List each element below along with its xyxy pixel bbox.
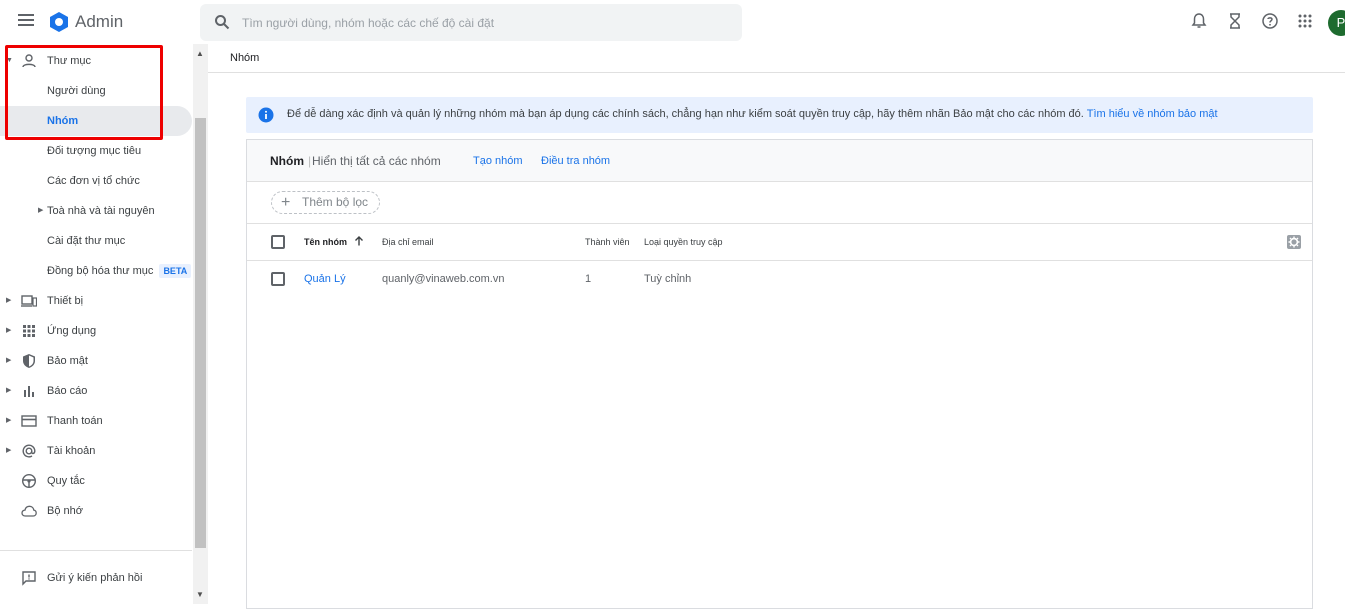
group-member-count: 1 [585, 273, 592, 285]
group-name-link[interactable]: Quản Lý [304, 273, 346, 285]
banner-text: Để dễ dàng xác định và quản lý những nhó… [287, 108, 1218, 120]
sidebar-item-buildings-resources[interactable]: ▶ Toà nhà và tài nguyên [0, 196, 192, 226]
sidebar-item-label: Thiết bị [47, 295, 84, 307]
sidebar-item-text: Đồng bộ hóa thư mục [47, 265, 154, 277]
banner-message: Để dễ dàng xác định và quản lý những nhó… [287, 108, 1084, 120]
caret-right-icon: ▶ [6, 357, 12, 364]
row-select-checkbox[interactable] [271, 272, 285, 286]
caret-right-icon: ▶ [6, 417, 12, 424]
admin-logo-icon [50, 12, 68, 32]
sidebar-item-label: Ứng dụng [47, 325, 97, 337]
credit-card-icon [21, 415, 37, 427]
table-row[interactable]: Quản Lý quanly@vinaweb.com.vn 1 Tuỳ chỉn… [247, 261, 1312, 297]
title-separator: | [308, 154, 312, 168]
account-avatar[interactable]: P [1328, 10, 1345, 36]
select-all-checkbox[interactable] [271, 235, 285, 249]
main-menu-icon[interactable] [18, 14, 34, 28]
column-header-email[interactable]: Địa chỉ email [382, 237, 434, 247]
sidebar-item-label: Bộ nhớ [47, 505, 83, 517]
scroll-up-arrow-icon[interactable]: ▲ [196, 49, 204, 58]
app-title: Admin [75, 12, 124, 31]
search-icon [215, 15, 230, 30]
caret-right-icon: ▶ [6, 297, 12, 304]
add-filter-label: Thêm bộ lọc [302, 195, 369, 209]
sidebar-item-devices[interactable]: ▶ Thiết bị [0, 286, 192, 316]
shield-icon [23, 354, 35, 368]
caret-right-icon: ▶ [6, 327, 12, 334]
plus-icon: + [281, 194, 291, 211]
add-filter-button[interactable]: + Thêm bộ lọc [271, 191, 380, 214]
sidebar-item-label: Đối tượng mục tiêu [47, 145, 142, 157]
sidebar-item-label: Cài đặt thư mục [47, 235, 126, 247]
info-icon [258, 107, 274, 123]
column-settings-gear-icon[interactable] [1287, 235, 1301, 249]
sidebar-item-directory-sync[interactable]: Đồng bộ hóa thư mục BETA [0, 256, 192, 286]
sidebar-item-storage[interactable]: Bộ nhớ [0, 496, 192, 526]
search-box[interactable] [200, 4, 742, 41]
feedback-label: Gửi ý kiến phản hồi [47, 572, 143, 584]
steering-wheel-icon [21, 473, 37, 489]
sidebar-item-label: Bảo mật [47, 355, 88, 367]
notifications-bell-icon[interactable] [1190, 12, 1208, 30]
sidebar-item-billing[interactable]: ▶ Thanh toán [0, 406, 192, 436]
sort-ascending-arrow-icon[interactable] [353, 235, 365, 247]
beta-badge: BETA [159, 264, 192, 278]
column-header-members[interactable]: Thành viên [585, 237, 630, 247]
sidebar-item-target-audiences[interactable]: Đối tượng mục tiêu [0, 136, 192, 166]
sidebar-item-account[interactable]: ▶ Tài khoản [0, 436, 192, 466]
group-email: quanly@vinaweb.com.vn [382, 273, 505, 285]
groups-card: Nhóm | Hiển thị tất cả các nhóm Tạo nhóm… [246, 139, 1313, 609]
highlight-annotation-box [5, 45, 163, 140]
sidebar-item-label: Toà nhà và tài nguyên [47, 205, 155, 217]
apps-grid-icon [23, 325, 35, 337]
top-app-bar: Admin P [0, 0, 1345, 44]
filter-row: + Thêm bộ lọc [247, 182, 1312, 224]
send-feedback-button[interactable]: Gửi ý kiến phản hồi [0, 563, 192, 593]
sidebar-item-apps[interactable]: ▶ Ứng dụng [0, 316, 192, 346]
breadcrumb-bar: Nhóm [208, 44, 1345, 73]
help-icon[interactable] [1261, 12, 1279, 30]
sidebar-item-label: Các đơn vị tổ chức [47, 175, 140, 187]
card-subtitle: Hiển thị tất cả các nhóm [312, 154, 441, 168]
sidebar-scrollbar-thumb[interactable] [195, 118, 206, 548]
sidebar-item-reports[interactable]: ▶ Báo cáo [0, 376, 192, 406]
card-header: Nhóm | Hiển thị tất cả các nhóm Tạo nhóm… [247, 140, 1312, 182]
scroll-down-arrow-icon[interactable]: ▼ [196, 590, 204, 599]
investigate-groups-link[interactable]: Điều tra nhóm [541, 155, 610, 167]
sidebar-item-label: Tài khoản [47, 445, 96, 457]
table-header: Tên nhóm Địa chỉ email Thành viên Loại q… [247, 224, 1312, 261]
apps-launcher-icon[interactable] [1296, 12, 1314, 30]
security-info-banner: Để dễ dàng xác định và quản lý những nhó… [246, 97, 1313, 133]
at-sign-icon [22, 444, 36, 458]
sidebar-divider [0, 550, 192, 551]
sidebar-item-label: Quy tắc [47, 475, 85, 487]
column-header-group-name[interactable]: Tên nhóm [304, 237, 347, 247]
bar-chart-icon [24, 386, 34, 397]
sidebar-item-label: Báo cáo [47, 385, 88, 397]
hourglass-tasks-icon[interactable] [1226, 12, 1244, 30]
devices-icon [21, 295, 37, 307]
caret-right-icon: ▶ [6, 387, 12, 394]
caret-right-icon: ▶ [38, 207, 44, 214]
sidebar-item-directory-settings[interactable]: Cài đặt thư mục [0, 226, 192, 256]
card-title: Nhóm [270, 154, 304, 168]
group-access-type: Tuỳ chỉnh [644, 273, 692, 285]
search-input[interactable] [242, 13, 722, 33]
sidebar-item-org-units[interactable]: Các đơn vị tổ chức [0, 166, 192, 196]
cloud-icon [21, 505, 37, 517]
sidebar-item-rules[interactable]: Quy tắc [0, 466, 192, 496]
sidebar-item-security[interactable]: ▶ Bảo mật [0, 346, 192, 376]
caret-right-icon: ▶ [6, 447, 12, 454]
learn-security-groups-link[interactable]: Tìm hiểu về nhóm bảo mật [1087, 108, 1218, 120]
sidebar-item-label: Thanh toán [47, 415, 103, 427]
create-group-link[interactable]: Tạo nhóm [473, 155, 523, 167]
sidebar-item-label: Đồng bộ hóa thư mục BETA [47, 256, 192, 286]
column-header-access-type[interactable]: Loại quyền truy cập [644, 237, 723, 247]
feedback-icon [22, 571, 36, 586]
breadcrumb: Nhóm [230, 52, 260, 64]
